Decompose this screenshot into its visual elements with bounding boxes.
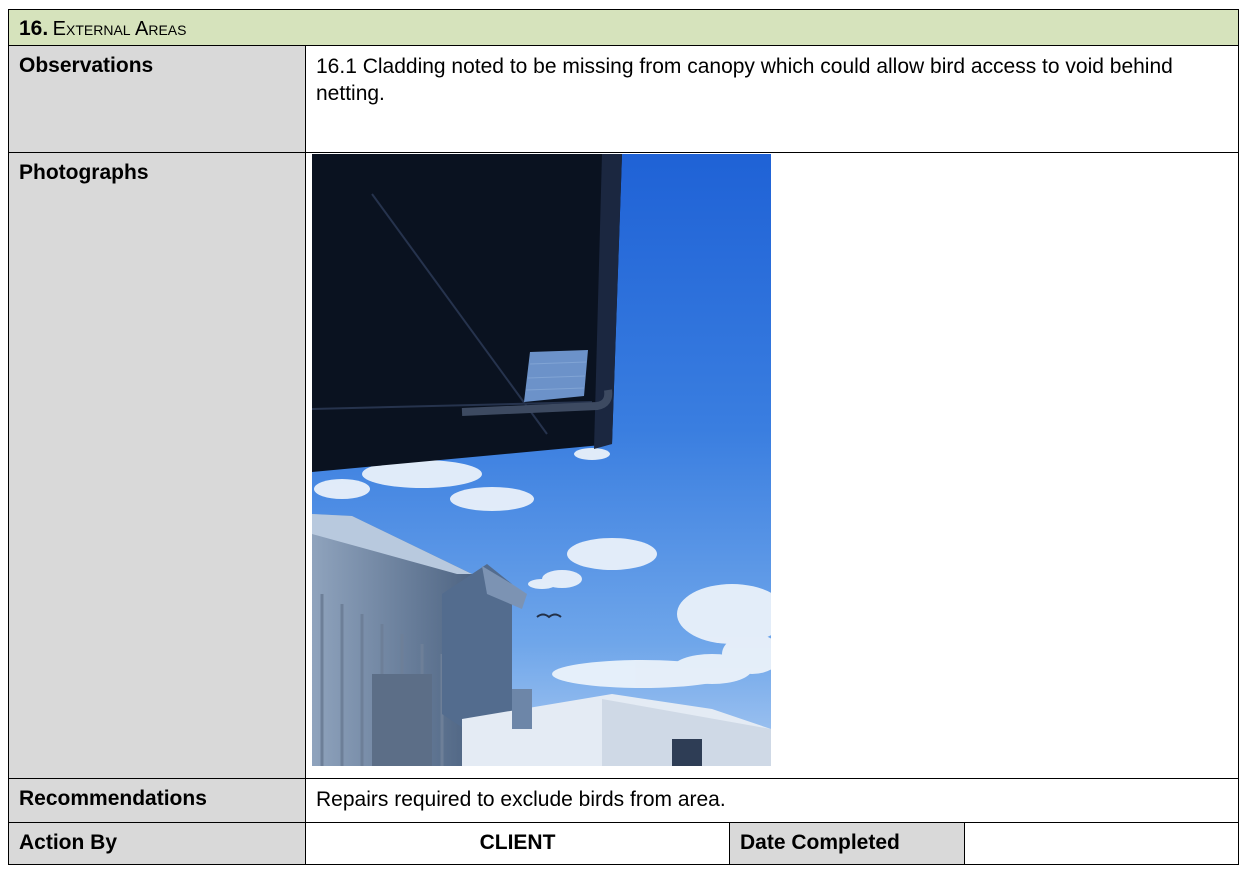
action-by-label: Action By: [9, 823, 306, 864]
canopy-photograph: [312, 154, 771, 766]
action-row: Action By CLIENT Date Completed: [9, 823, 1238, 864]
recommendations-label: Recommendations: [9, 779, 306, 822]
recommendations-row: Recommendations Repairs required to excl…: [9, 779, 1238, 823]
recommendations-text: Repairs required to exclude birds from a…: [316, 788, 726, 811]
date-completed-value: [965, 823, 1238, 864]
observations-row: Observations 16.1 Cladding noted to be m…: [9, 46, 1238, 153]
date-completed-label: Date Completed: [730, 823, 965, 864]
observations-text: 16.1 Cladding noted to be missing from c…: [316, 55, 1173, 105]
action-by-value: CLIENT: [306, 823, 730, 864]
section-number: 16.: [19, 17, 49, 40]
section-title: External Areas: [52, 18, 187, 40]
section-header: 16. External Areas: [9, 10, 1238, 46]
photographs-label: Photographs: [9, 153, 306, 778]
observations-label: Observations: [9, 46, 306, 152]
